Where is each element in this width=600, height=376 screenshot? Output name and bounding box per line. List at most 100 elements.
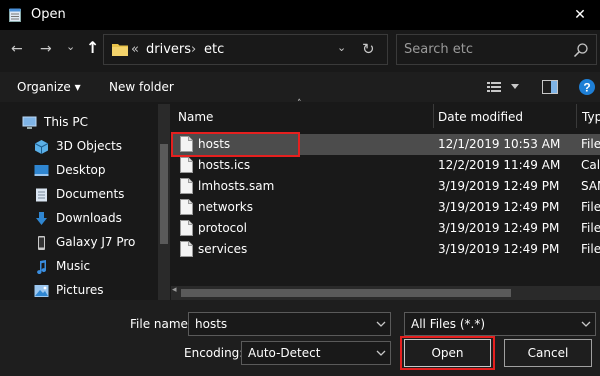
chevron-down-icon[interactable] bbox=[375, 318, 387, 330]
forward-arrow-icon: → bbox=[40, 41, 52, 57]
file-name-value: hosts bbox=[195, 317, 228, 331]
sidebar-item-label: Galaxy J7 Pro bbox=[56, 235, 136, 249]
recent-locations-button[interactable]: ⌄ bbox=[66, 38, 75, 56]
encoding-select[interactable]: Auto-Detect bbox=[241, 341, 391, 365]
search-placeholder: Search etc bbox=[404, 42, 474, 57]
breadcrumb-item-drivers[interactable]: drivers bbox=[146, 42, 191, 57]
chevron-down-icon bbox=[376, 350, 386, 356]
file-type: SAM bbox=[581, 179, 600, 193]
chevron-down-icon: ⌄ bbox=[66, 40, 76, 53]
address-dropdown-button[interactable]: ⌄ bbox=[337, 41, 346, 54]
file-date: 12/1/2019 10:53 AM bbox=[438, 137, 561, 151]
search-icon bbox=[573, 43, 588, 58]
column-header-date[interactable]: Date modified bbox=[438, 110, 523, 136]
chevron-down-icon bbox=[581, 321, 591, 327]
file-icon bbox=[180, 178, 193, 194]
file-row[interactable]: protocol 3/19/2019 12:49 PM File bbox=[171, 218, 600, 239]
file-row[interactable]: services 3/19/2019 12:49 PM File bbox=[171, 239, 600, 260]
close-icon: ✕ bbox=[574, 7, 586, 23]
breadcrumb-item-etc[interactable]: etc bbox=[204, 42, 224, 57]
file-type: File bbox=[581, 137, 600, 151]
horizontal-scrollbar[interactable]: ◂ bbox=[171, 285, 600, 300]
file-icon bbox=[180, 199, 193, 215]
sidebar-item-desktop[interactable]: Desktop bbox=[34, 159, 164, 183]
file-type: File bbox=[581, 200, 600, 214]
sidebar-item-this-pc[interactable]: This PC bbox=[22, 111, 152, 135]
window-title: Open bbox=[31, 7, 66, 22]
file-name-input[interactable]: hosts bbox=[188, 312, 391, 336]
file-date: 12/2/2019 11:49 AM bbox=[438, 158, 561, 172]
command-bar: Organize ▾ New folder ? bbox=[0, 72, 600, 102]
view-options-icon[interactable] bbox=[487, 81, 501, 93]
chevron-down-icon[interactable] bbox=[511, 84, 519, 89]
file-icon bbox=[180, 220, 193, 236]
file-row[interactable]: networks 3/19/2019 12:49 PM File bbox=[171, 197, 600, 218]
refresh-button[interactable]: ↻ bbox=[362, 40, 375, 58]
breadcrumb-overflow[interactable]: « bbox=[131, 42, 139, 57]
download-icon bbox=[34, 212, 49, 226]
scrollbar-thumb[interactable] bbox=[181, 289, 511, 297]
file-type: File bbox=[581, 242, 600, 256]
sidebar-item-galaxy-j7-pro[interactable]: Galaxy J7 Pro bbox=[34, 231, 164, 255]
file-row[interactable]: hosts.ics 12/2/2019 11:49 AM Cal bbox=[171, 155, 600, 176]
svg-text:?: ? bbox=[583, 81, 590, 95]
pc-icon bbox=[22, 116, 37, 130]
sidebar-item-label: Documents bbox=[56, 187, 125, 201]
scroll-left-icon[interactable]: ◂ bbox=[172, 285, 177, 295]
search-box[interactable]: Search etc bbox=[396, 34, 597, 65]
sort-ascending-icon: ˄ bbox=[297, 99, 302, 109]
cube-icon bbox=[34, 140, 49, 154]
organize-button[interactable]: Organize ▾ bbox=[17, 80, 81, 94]
file-date: 3/19/2019 12:49 PM bbox=[438, 242, 560, 256]
column-divider[interactable] bbox=[433, 104, 434, 128]
encoding-label: Encoding: bbox=[184, 346, 244, 360]
address-bar[interactable]: « drivers › etc ⌄ ↻ bbox=[103, 34, 388, 65]
file-name: hosts.ics bbox=[198, 158, 251, 172]
hosts-highlight-box bbox=[171, 132, 300, 157]
sidebar-item-label: This PC bbox=[44, 115, 88, 129]
file-row[interactable]: lmhosts.sam 3/19/2019 12:49 PM SAM bbox=[171, 176, 600, 197]
open-button[interactable]: Open bbox=[404, 339, 491, 367]
file-date: 3/19/2019 12:49 PM bbox=[438, 179, 560, 193]
back-button[interactable]: ← bbox=[11, 40, 23, 58]
file-type-value: All Files (*.*) bbox=[411, 317, 486, 331]
file-icon bbox=[180, 241, 193, 257]
help-icon[interactable]: ? bbox=[579, 79, 595, 95]
cancel-button[interactable]: Cancel bbox=[504, 339, 592, 367]
file-name: networks bbox=[198, 200, 253, 214]
file-name: lmhosts.sam bbox=[198, 179, 275, 193]
sidebar-item-label: Pictures bbox=[56, 283, 104, 297]
sidebar-item-music[interactable]: Music bbox=[34, 255, 164, 279]
file-name: protocol bbox=[198, 221, 247, 235]
column-divider[interactable] bbox=[576, 104, 577, 128]
up-button[interactable]: ↑ bbox=[86, 39, 99, 57]
back-arrow-icon: ← bbox=[11, 41, 23, 57]
sidebar-item-3d-objects[interactable]: 3D Objects bbox=[34, 135, 164, 159]
title-bar: Open ✕ bbox=[0, 0, 600, 30]
preview-pane-icon[interactable] bbox=[542, 80, 558, 94]
notepad-icon bbox=[9, 8, 21, 22]
encoding-value: Auto-Detect bbox=[248, 346, 321, 360]
sidebar-item-documents[interactable]: Documents bbox=[34, 183, 164, 207]
file-icon bbox=[180, 157, 193, 173]
column-header-type[interactable]: Type bbox=[582, 110, 600, 136]
file-type-select[interactable]: All Files (*.*) bbox=[404, 312, 596, 336]
sidebar-item-label: Music bbox=[56, 259, 91, 273]
desktop-icon bbox=[34, 164, 49, 178]
file-name-label: File name: bbox=[130, 317, 192, 331]
file-type: File bbox=[581, 221, 600, 235]
new-folder-button[interactable]: New folder bbox=[109, 80, 174, 94]
sidebar-item-label: Desktop bbox=[56, 163, 106, 177]
pictures-icon bbox=[34, 284, 49, 298]
phone-icon bbox=[34, 236, 49, 250]
file-type: Cal bbox=[581, 158, 600, 172]
forward-button[interactable]: → bbox=[40, 40, 52, 58]
close-button[interactable]: ✕ bbox=[560, 0, 600, 30]
file-name: services bbox=[198, 242, 248, 256]
refresh-icon: ↻ bbox=[362, 40, 375, 58]
documents-icon bbox=[34, 188, 49, 202]
scrollbar-thumb[interactable] bbox=[160, 144, 168, 244]
file-date: 3/19/2019 12:49 PM bbox=[438, 221, 560, 235]
navigation-scrollbar[interactable] bbox=[158, 104, 170, 300]
sidebar-item-downloads[interactable]: Downloads bbox=[34, 207, 164, 231]
